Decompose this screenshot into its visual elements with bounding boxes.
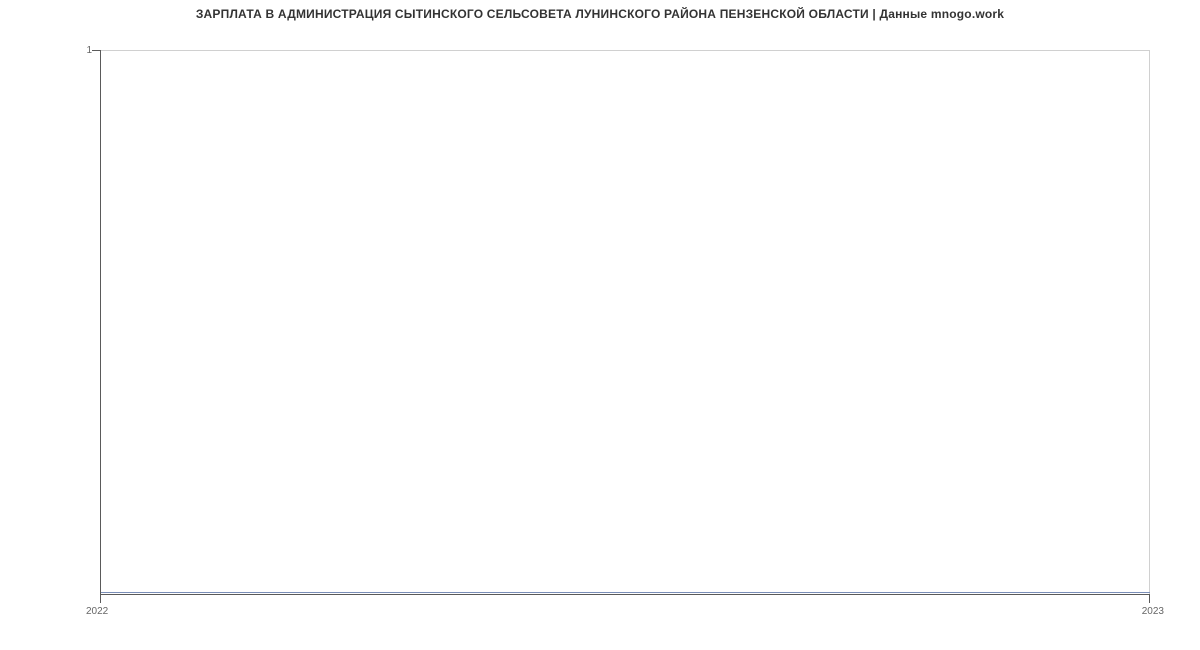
chart-series-line bbox=[101, 592, 1150, 593]
chart-plot-area bbox=[100, 50, 1150, 595]
x-axis-tick-label: 2023 bbox=[1142, 606, 1164, 617]
y-axis-tick-label: 1 bbox=[80, 45, 92, 56]
x-axis-tick-label: 2022 bbox=[86, 606, 108, 617]
chart-frame bbox=[101, 50, 1150, 594]
chart-title: ЗАРПЛАТА В АДМИНИСТРАЦИЯ СЫТИНСКОГО СЕЛЬ… bbox=[0, 7, 1200, 21]
x-axis-tick bbox=[1149, 595, 1150, 603]
x-axis-tick bbox=[100, 595, 101, 603]
y-axis-tick bbox=[92, 50, 100, 51]
